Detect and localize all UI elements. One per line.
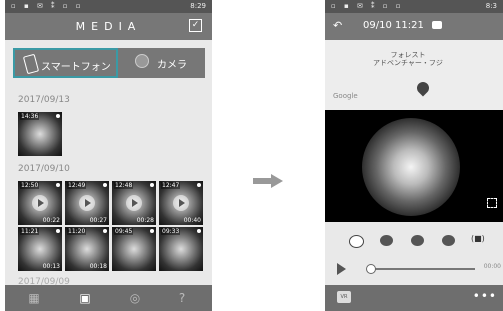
map-brand: Google xyxy=(333,92,358,100)
view-mode-pano-icon[interactable]: (■) xyxy=(471,234,485,245)
map-pin-icon xyxy=(414,79,432,97)
media-thumbnail[interactable]: 11:20 00:18 xyxy=(65,227,109,271)
camera-icon xyxy=(197,229,201,233)
gallery-icon[interactable]: ▣ xyxy=(78,291,92,305)
date-header: 2017/09/13 xyxy=(18,95,70,105)
media-thumbnail[interactable]: 12:50 00:22 xyxy=(18,181,62,225)
camera-icon xyxy=(150,183,154,187)
vr-icon[interactable]: VR xyxy=(337,291,351,303)
page-title: MEDIA xyxy=(75,20,142,33)
settings-icon[interactable]: ◎ xyxy=(128,291,142,305)
map-place-label: フォレスト アドベンチャー・フジ xyxy=(373,51,443,67)
view-mode-circle-icon[interactable] xyxy=(349,235,364,248)
camera-icon xyxy=(56,229,60,233)
camera-icon xyxy=(56,183,60,187)
seek-track[interactable] xyxy=(370,268,475,270)
play-icon xyxy=(173,195,189,211)
media-thumbnail[interactable]: 09:33 xyxy=(159,227,203,271)
camera-icon xyxy=(56,114,60,118)
back-icon[interactable]: ↶ xyxy=(333,19,342,32)
device-icon xyxy=(432,21,442,29)
bottom-nav: ▦ ▣ ◎ ? xyxy=(5,285,212,311)
play-icon[interactable] xyxy=(337,263,346,275)
status-bar: ▫ ▪ ✉ ⁑ ▫ ▫ 8:29 xyxy=(5,0,212,13)
notification-icons: ▫ ▪ ✉ ⁑ ▫ ▫ xyxy=(11,2,84,10)
notification-icons: ▫ ▪ ✉ ⁑ ▫ ▫ xyxy=(331,2,404,10)
playback-screen: ▫ ▪ ✉ ⁑ ▫ ▫ 8:3 ↶ 09/10 11:21 フォレスト アドベン… xyxy=(325,0,503,311)
arrow-right-icon xyxy=(253,174,283,188)
view-mode-dome-icon[interactable] xyxy=(380,235,393,246)
more-icon[interactable]: ••• xyxy=(473,289,497,303)
video-list-icon[interactable]: ▦ xyxy=(27,291,41,305)
seek-bar[interactable]: 00:00 xyxy=(325,258,503,278)
play-icon xyxy=(126,195,142,211)
playback-header: ↶ 09/10 11:21 xyxy=(325,13,503,40)
tab-camera[interactable]: カメラ xyxy=(127,48,205,78)
media-thumbnail[interactable]: 14:36 xyxy=(18,112,62,156)
media-thumbnail[interactable]: 12:49 00:27 xyxy=(65,181,109,225)
bottom-bar: VR ••• xyxy=(325,285,503,311)
view-mode-controls: (■) xyxy=(325,230,503,255)
datetime: 09/10 11:21 xyxy=(363,20,424,31)
tab-smartphone[interactable]: スマートフォン xyxy=(13,48,118,78)
tab-smartphone-label: スマートフォン xyxy=(41,62,111,73)
smartphone-icon xyxy=(22,53,40,75)
media-thumbnail[interactable]: 12:48 00:28 xyxy=(112,181,156,225)
location-map[interactable]: フォレスト アドベンチャー・フジ Google xyxy=(325,40,503,110)
play-icon xyxy=(79,195,95,211)
camera-icon xyxy=(103,229,107,233)
time-display: 00:00 xyxy=(483,263,501,270)
camera-icon xyxy=(150,229,154,233)
media-header: MEDIA ✓ xyxy=(5,13,212,40)
seek-knob[interactable] xyxy=(366,264,376,274)
camera-icon xyxy=(197,183,201,187)
fullscreen-icon[interactable] xyxy=(487,198,497,208)
media-thumbnail[interactable]: 09:45 xyxy=(112,227,156,271)
status-time: 8:3 xyxy=(485,2,497,10)
status-bar: ▫ ▪ ✉ ⁑ ▫ ▫ 8:3 xyxy=(325,0,503,13)
media-thumbnail[interactable]: 12:47 00:40 xyxy=(159,181,203,225)
date-header: 2017/09/10 xyxy=(18,164,70,174)
view-mode-half-icon[interactable] xyxy=(442,235,455,246)
help-icon[interactable]: ? xyxy=(175,291,189,305)
camera-icon xyxy=(103,183,107,187)
source-tabs: スマートフォン カメラ xyxy=(13,48,205,78)
status-time: 8:29 xyxy=(190,2,206,10)
video-player[interactable] xyxy=(325,110,503,222)
play-icon xyxy=(32,195,48,211)
camera-icon xyxy=(135,54,149,68)
tab-camera-label: カメラ xyxy=(157,60,187,71)
select-checkbox-icon[interactable]: ✓ xyxy=(189,19,202,32)
media-thumbnail[interactable]: 11:21 00:13 xyxy=(18,227,62,271)
fisheye-image xyxy=(362,118,460,216)
media-screen: ▫ ▪ ✉ ⁑ ▫ ▫ 8:29 MEDIA ✓ スマートフォン カメラ 201… xyxy=(5,0,212,311)
view-mode-bowl-icon[interactable] xyxy=(411,235,424,246)
